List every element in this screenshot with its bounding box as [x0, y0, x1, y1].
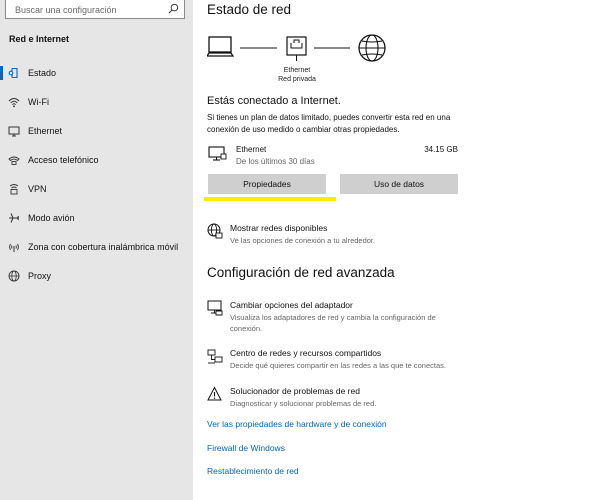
sidebar-item-label: Acceso telefónico [28, 155, 99, 165]
sidebar-item-vpn[interactable]: VPN [0, 178, 193, 200]
sidebar-item-label: Ethernet [28, 126, 63, 136]
home-icon [8, 67, 20, 79]
vpn-icon [8, 183, 20, 195]
dialup-icon [8, 154, 20, 166]
sharing-center-desc: Decide qué quieres compartir en las rede… [230, 361, 446, 370]
sidebar-item-acceso-telefonico[interactable]: Acceso telefónico [0, 149, 193, 171]
search-box[interactable] [5, 0, 185, 19]
sidebar: Red e Internet Estado Wi-Fi Ethernet Acc… [0, 0, 193, 500]
sidebar-item-label: VPN [28, 184, 47, 194]
diagram-network-type: Red privada [278, 76, 316, 83]
sidebar-item-label: Estado [28, 68, 57, 78]
sidebar-item-estado[interactable]: Estado [0, 62, 193, 84]
airplane-icon [8, 212, 20, 224]
sidebar-item-label: Modo avión [28, 213, 75, 223]
adapter-options-row[interactable]: Cambiar opciones del adaptador Visualiza… [207, 300, 587, 334]
sidebar-item-modo-avion[interactable]: Modo avión [0, 207, 193, 229]
internet-globe-icon [358, 34, 386, 62]
hardware-properties-link[interactable]: Ver las propiedades de hardware y de con… [207, 419, 387, 429]
warning-icon [207, 386, 222, 401]
laptop-icon [207, 36, 235, 57]
connection-period: De los últimos 30 días [236, 157, 315, 166]
properties-button[interactable]: Propiedades [208, 174, 326, 194]
desktop-ethernet-icon [208, 146, 227, 161]
diagram-device-label: Ethernet [283, 67, 311, 74]
sharing-center-title: Centro de redes y recursos compartidos [230, 348, 382, 358]
data-usage-button[interactable]: Uso de datos [340, 174, 458, 194]
show-networks-desc: Ve las opciones de conexión a tu alreded… [230, 236, 376, 245]
network-reset-link[interactable]: Restablecimiento de red [207, 466, 299, 476]
main-panel: Estado de red Ethernet Red privada Estás… [193, 0, 600, 500]
wifi-icon [8, 96, 20, 108]
sidebar-item-zona-cobertura[interactable]: Zona con cobertura inalámbrica móvil [0, 236, 193, 258]
show-networks-title: Mostrar redes disponibles [230, 223, 328, 233]
sidebar-item-label: Wi-Fi [28, 97, 49, 107]
adapter-options-title: Cambiar opciones del adaptador [230, 300, 353, 310]
adapter-icon [207, 300, 223, 316]
windows-firewall-link[interactable]: Firewall de Windows [207, 443, 285, 453]
sidebar-item-ethernet[interactable]: Ethernet [0, 120, 193, 142]
show-networks-row[interactable]: Mostrar redes disponibles Ve las opcione… [207, 223, 587, 249]
ethernet-icon [8, 125, 20, 137]
search-input[interactable] [6, 1, 156, 19]
sharing-icon [207, 349, 223, 364]
sidebar-item-label: Proxy [28, 271, 52, 281]
highlight-marker [204, 197, 336, 201]
sidebar-item-label: Zona con cobertura inalámbrica móvil [28, 242, 179, 252]
page-title: Estado de red [207, 2, 292, 17]
advanced-section-title: Configuración de red avanzada [207, 265, 395, 280]
connected-description: Si tienes un plan de datos limitado, pue… [207, 113, 451, 134]
search-icon[interactable] [168, 3, 179, 14]
hotspot-icon [8, 241, 20, 253]
adapter-options-desc: Visualiza los adaptadores de red y cambi… [230, 313, 436, 333]
globe-icon [8, 270, 20, 282]
connection-name: Ethernet [236, 145, 267, 154]
globe-network-icon [207, 223, 223, 239]
troubleshooter-desc: Diagnosticar y solucionar problemas de r… [230, 399, 377, 408]
troubleshooter-title: Solucionador de problemas de red [230, 386, 360, 396]
connection-usage: 34.15 GB [424, 145, 458, 154]
sharing-center-row[interactable]: Centro de redes y recursos compartidos D… [207, 348, 587, 374]
sidebar-title: Red e Internet [9, 34, 70, 44]
troubleshooter-row[interactable]: Solucionador de problemas de red Diagnos… [207, 386, 587, 412]
sidebar-item-wifi[interactable]: Wi-Fi [0, 91, 193, 113]
connected-heading: Estás conectado a Internet. [207, 95, 341, 107]
sidebar-item-proxy[interactable]: Proxy [0, 265, 193, 287]
ethernet-port-icon [286, 36, 307, 61]
network-diagram [207, 34, 386, 62]
